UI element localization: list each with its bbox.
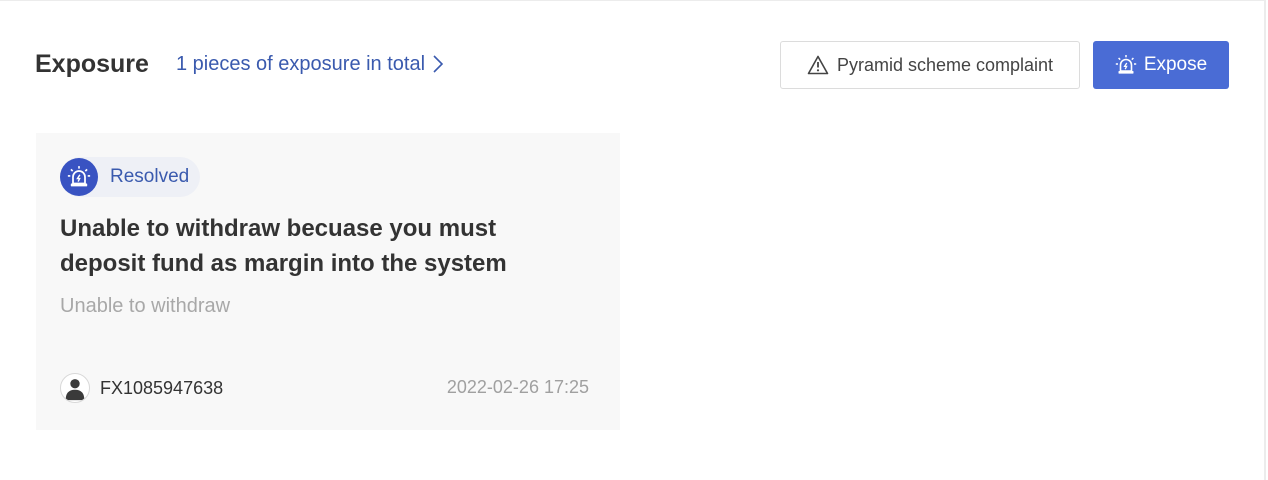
card-title[interactable]: Unable to withdraw becuase you must depo… bbox=[60, 211, 580, 281]
user-avatar-icon bbox=[60, 373, 90, 403]
pyramid-complaint-button[interactable]: Pyramid scheme complaint bbox=[780, 41, 1080, 89]
pyramid-complaint-button-label: Pyramid scheme complaint bbox=[836, 54, 1054, 75]
total-exposure-link[interactable]: 1 pieces of exposure in total bbox=[176, 51, 445, 77]
status-label: Resolved bbox=[110, 166, 190, 187]
alarm-siren-icon bbox=[60, 158, 98, 196]
chevron-right-icon bbox=[431, 54, 445, 74]
warning-triangle-icon bbox=[807, 55, 829, 75]
card-author: FX1085947638 bbox=[60, 373, 223, 403]
total-exposure-link-label: 1 pieces of exposure in total bbox=[176, 53, 426, 75]
expose-button-label: Expose bbox=[1143, 54, 1208, 75]
exposure-panel: Exposure 1 pieces of exposure in total P… bbox=[0, 0, 1266, 480]
author-username: FX1085947638 bbox=[100, 377, 224, 398]
status-badge: Resolved bbox=[60, 157, 200, 197]
expose-button[interactable]: Expose bbox=[1093, 41, 1229, 89]
exposure-card[interactable]: Resolved Unable to withdraw becuase you … bbox=[36, 133, 620, 430]
card-subtitle: Unable to withdraw bbox=[60, 295, 231, 317]
card-timestamp: 2022-02-26 17:25 bbox=[446, 377, 589, 397]
alarm-siren-icon bbox=[1115, 55, 1137, 74]
page-title: Exposure bbox=[35, 50, 149, 78]
